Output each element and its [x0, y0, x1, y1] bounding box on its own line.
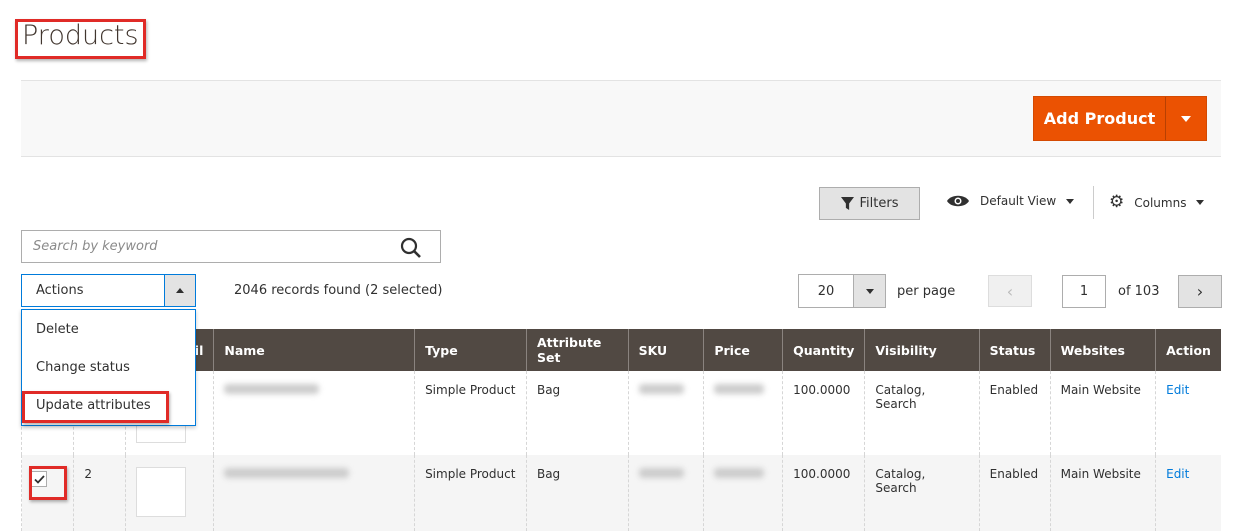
- actions-dropdown[interactable]: Actions: [21, 274, 196, 307]
- per-page-toggle[interactable]: [853, 275, 885, 307]
- highlight-box: [29, 466, 67, 500]
- cell-websites: Main Website: [1049, 371, 1156, 455]
- actions-toggle[interactable]: [164, 275, 195, 306]
- products-grid: il Name Type Attribute Set SKU Price Qua…: [20, 329, 1221, 531]
- edit-link[interactable]: Edit: [1155, 371, 1221, 455]
- cell-visibility: Catalog, Search: [864, 455, 980, 531]
- cell-websites: Main Website: [1049, 455, 1156, 531]
- funnel-icon: [840, 197, 854, 210]
- cell-attribute-set: Bag: [525, 455, 629, 531]
- divider: [1093, 186, 1094, 219]
- col-sku[interactable]: SKU: [627, 329, 704, 371]
- cell-type: Simple Product: [414, 455, 527, 531]
- menu-item-delete[interactable]: Delete: [22, 310, 195, 348]
- col-name[interactable]: Name: [213, 329, 415, 371]
- col-attribute-set[interactable]: Attribute Set: [525, 329, 629, 371]
- cell-type: Simple Product: [414, 371, 527, 455]
- search-icon[interactable]: [400, 237, 422, 259]
- filters-label: Filters: [859, 196, 899, 211]
- col-status[interactable]: Status: [978, 329, 1051, 371]
- cell-price: [703, 455, 783, 531]
- cell-quantity: 100.0000: [782, 371, 865, 455]
- chevron-down-icon: [865, 288, 874, 294]
- table-header: il Name Type Attribute Set SKU Price Qua…: [20, 329, 1221, 371]
- gear-icon: ⚙: [1109, 192, 1125, 212]
- page-number-input[interactable]: 1: [1062, 275, 1106, 308]
- cell-price: [703, 371, 783, 455]
- highlight-box: [15, 19, 146, 59]
- col-quantity[interactable]: Quantity: [782, 329, 865, 371]
- col-type[interactable]: Type: [414, 329, 527, 371]
- default-view-label: Default View: [980, 194, 1057, 208]
- actions-label: Actions: [36, 283, 84, 298]
- cell-quantity: 100.0000: [782, 455, 865, 531]
- chevron-down-icon: [1196, 200, 1205, 205]
- previous-page-button[interactable]: ‹: [988, 275, 1032, 307]
- filters-button[interactable]: Filters: [819, 187, 920, 220]
- chevron-up-icon: [176, 288, 184, 293]
- add-product-dropdown-toggle[interactable]: [1166, 97, 1206, 140]
- edit-link[interactable]: Edit: [1155, 455, 1221, 531]
- menu-item-change-status[interactable]: Change status: [22, 348, 195, 386]
- table-row: Simple Product Bag 100.0000 Catalog, Sea…: [20, 371, 1221, 455]
- highlight-box: [22, 391, 169, 423]
- chevron-right-icon: ›: [1196, 282, 1204, 301]
- col-visibility[interactable]: Visibility: [864, 329, 980, 371]
- cell-attribute-set: Bag: [525, 371, 629, 455]
- cell-visibility: Catalog, Search: [864, 371, 980, 455]
- columns-dropdown[interactable]: ⚙ Columns: [1109, 192, 1205, 212]
- add-product-button[interactable]: Add Product: [1033, 96, 1207, 141]
- col-websites[interactable]: Websites: [1049, 329, 1156, 371]
- cell-name: [213, 371, 415, 455]
- columns-label: Columns: [1134, 195, 1187, 210]
- product-thumbnail-placeholder: [135, 467, 186, 517]
- add-product-label: Add Product: [1034, 97, 1166, 140]
- cell-status: Enabled: [978, 455, 1051, 531]
- cell-sku: [627, 371, 704, 455]
- cell-id: 2: [73, 455, 126, 531]
- chevron-down-icon: [1066, 198, 1075, 204]
- search-placeholder: Search by keyword: [33, 239, 158, 254]
- chevron-down-icon: [1181, 115, 1191, 122]
- cell-thumbnail: [124, 455, 214, 531]
- cell-name: [213, 455, 415, 531]
- page-total: of 103: [1118, 284, 1160, 299]
- default-view-dropdown[interactable]: Default View: [946, 194, 1075, 208]
- col-price[interactable]: Price: [703, 329, 783, 371]
- cell-sku: [627, 455, 704, 531]
- records-count: 2046 records found (2 selected): [234, 283, 443, 298]
- per-page-value: 20: [817, 283, 835, 299]
- per-page-label: per page: [897, 284, 956, 299]
- cell-status: Enabled: [978, 371, 1051, 455]
- table-row: 2 Simple Product Bag 100.0000 Catalog, S…: [20, 455, 1221, 531]
- eye-icon: [947, 195, 969, 207]
- next-page-button[interactable]: ›: [1178, 275, 1222, 308]
- chevron-left-icon: ‹: [1006, 281, 1014, 301]
- per-page-select[interactable]: 20: [798, 274, 886, 308]
- search-input[interactable]: Search by keyword: [21, 230, 441, 263]
- col-action: Action: [1155, 329, 1221, 371]
